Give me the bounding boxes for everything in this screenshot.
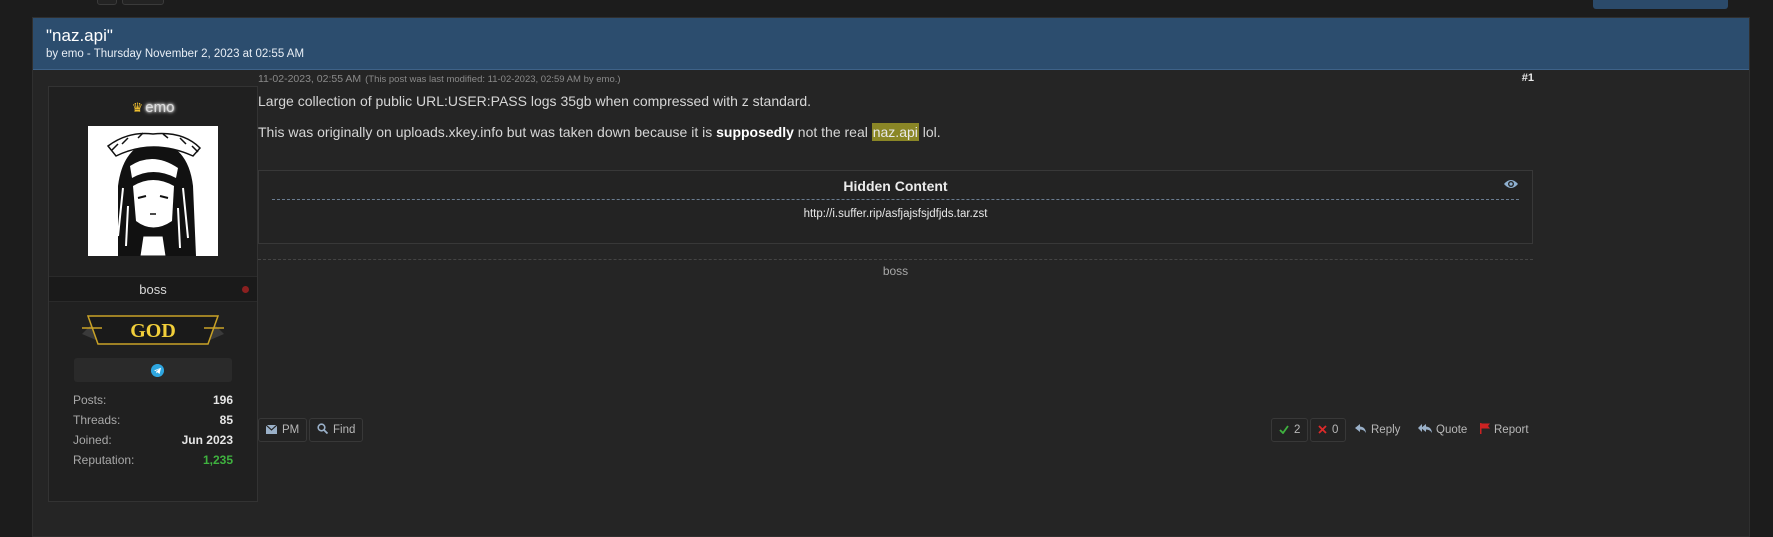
checkmark-icon [1279,425,1289,434]
reply-arrow-icon [1355,424,1366,433]
stat-value-reputation[interactable]: 1,235 [203,450,233,470]
report-label: Report [1494,424,1529,436]
find-button[interactable]: Find [309,418,364,442]
post-bold-text: supposedly [716,124,794,140]
post-meta: 11-02-2023, 02:55 AM (This post was last … [258,73,621,85]
post-text: lol. [918,124,941,140]
stat-row: Threads: 85 [73,410,233,430]
toolbar-button[interactable] [122,0,164,5]
stat-label: Posts: [73,393,107,407]
top-toolbar-remnant [0,0,1773,16]
search-icon [317,423,328,434]
post-modified-note: (This post was last modified: 11-02-2023… [365,74,621,85]
post-number-link[interactable]: #1 [1522,72,1534,84]
username-text: emo [145,99,175,116]
avatar[interactable] [88,126,218,256]
search-highlight: naz.api [871,123,919,141]
reply-all-icon [1418,424,1432,433]
stat-row: Joined: Jun 2023 [73,430,233,450]
post-text: This was originally on uploads.xkey.info… [258,124,717,140]
offline-status-icon [242,286,249,293]
author-panel: ♛ emo boss GOD Posts: 196 Threads: 85 Jo… [48,86,258,502]
pm-label: PM [282,424,300,436]
stat-row: Posts: 196 [73,390,233,410]
toolbar-button[interactable] [97,0,117,5]
crown-icon: ♛ [131,100,144,115]
report-button[interactable]: Report [1480,418,1529,442]
hidden-content-link[interactable]: http://i.suffer.rip/asfjajsfsjdfjds.tar.… [259,208,1532,220]
post-line-1: Large collection of public URL:USER:PASS… [258,93,812,109]
post-signature: boss [258,259,1533,278]
stat-label: Threads: [73,413,121,427]
eye-icon[interactable] [1503,178,1519,190]
thread-subtitle: by emo - Thursday November 2, 2023 at 02… [46,48,305,60]
stat-row: Reputation: 1,235 [73,450,233,470]
social-links [74,358,232,382]
upvote-count: 2 [1294,424,1301,436]
x-icon [1318,425,1327,434]
reply-label: Reply [1371,424,1401,436]
new-reply-button[interactable] [1593,0,1728,9]
stat-label: Reputation: [73,453,135,467]
reply-button[interactable]: Reply [1355,418,1400,442]
hidden-content-title: Hidden Content [843,178,948,194]
quote-button[interactable]: Quote [1418,418,1467,442]
user-title-bar: boss [49,276,257,302]
user-title: boss [139,282,167,297]
author-stats: Posts: 196 Threads: 85 Joined: Jun 2023 Rep… [73,390,233,470]
post-line-2: This was originally on uploads.xkey.info… [258,123,941,141]
hidden-content-box: Hidden Content http://i.suffer.rip/asfja… [258,170,1533,244]
hidden-content-divider [272,199,1519,200]
post-text: not the real [793,124,872,140]
stat-value: 196 [212,393,233,407]
rank-text: GOD [130,320,176,342]
find-label: Find [333,424,356,436]
flag-icon [1480,423,1490,434]
quote-label: Quote [1436,424,1468,436]
author-username[interactable]: ♛ emo [49,99,257,116]
stat-value: 85 [219,413,233,427]
post-date: 11-02-2023, 02:55 AM [258,73,362,85]
envelope-icon [266,425,277,434]
stat-value: Jun 2023 [181,433,233,447]
telegram-icon[interactable] [151,364,164,377]
thread-header: "naz.api" by emo - Thursday November 2, … [33,18,1749,70]
pm-button[interactable]: PM [258,418,308,442]
stat-label: Joined: [73,433,112,447]
downvote-count: 0 [1332,424,1339,436]
god-rank-badge: GOD [82,315,224,345]
downvote-button[interactable]: 0 [1310,418,1347,442]
upvote-button[interactable]: 2 [1271,418,1309,442]
thread-title: "naz.api" [46,26,113,45]
